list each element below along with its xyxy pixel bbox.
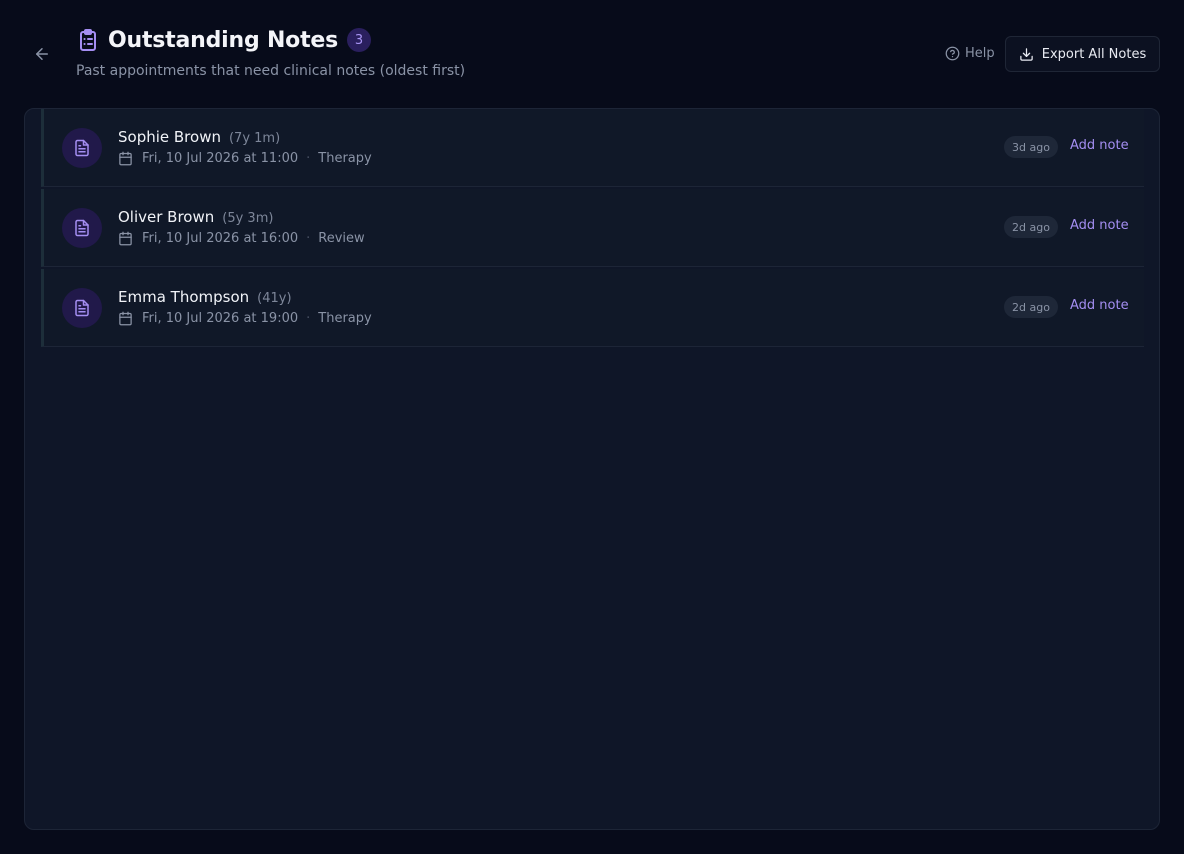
appointment-type: Therapy — [318, 151, 372, 166]
appointment-datetime: Fri, 10 Jul 2026 at 19:00 — [142, 311, 299, 326]
elapsed-badge: 2d ago — [1004, 216, 1058, 238]
appointment-type: Therapy — [318, 311, 372, 326]
calendar-icon — [118, 311, 133, 326]
appointment-meta: Fri, 10 Jul 2026 at 11:00 · Therapy — [118, 151, 372, 166]
count-badge: 3 — [347, 28, 372, 52]
back-button[interactable] — [29, 41, 55, 67]
page-header: Outstanding Notes 3 — [76, 26, 372, 54]
help-circle-icon — [945, 46, 960, 60]
appointments-panel: Sophie Brown (7y 1m) Fri, 10 Jul 2026 at… — [24, 108, 1160, 830]
calendar-icon — [118, 151, 133, 166]
appointment-type: Review — [318, 231, 365, 246]
export-all-notes-button[interactable]: Export All Notes — [1005, 36, 1160, 72]
appointment-datetime: Fri, 10 Jul 2026 at 11:00 — [142, 151, 299, 166]
add-note-button[interactable]: Add note — [1070, 218, 1129, 233]
patient-age: (41y) — [257, 291, 292, 306]
separator-dot: · — [306, 311, 311, 326]
clipboard-list-icon — [76, 28, 100, 52]
appointment-meta: Fri, 10 Jul 2026 at 16:00 · Review — [118, 231, 365, 246]
patient-name: Oliver Brown — [118, 208, 215, 226]
patient-name-row: Oliver Brown (5y 3m) — [118, 208, 273, 226]
export-label: Export All Notes — [1041, 46, 1147, 62]
file-text-icon — [62, 128, 102, 168]
list-item: Emma Thompson (41y) Fri, 10 Jul 2026 at … — [41, 269, 1144, 347]
calendar-icon — [118, 231, 133, 246]
elapsed-badge: 2d ago — [1004, 296, 1058, 318]
patient-age: (7y 1m) — [228, 131, 281, 146]
separator-dot: · — [306, 231, 311, 246]
patient-name-row: Sophie Brown (7y 1m) — [118, 128, 280, 146]
patient-name-row: Emma Thompson (41y) — [118, 288, 292, 306]
list-item: Sophie Brown (7y 1m) Fri, 10 Jul 2026 at… — [41, 109, 1144, 187]
help-label: Help — [965, 45, 995, 61]
file-text-icon — [62, 208, 102, 248]
list-item: Oliver Brown (5y 3m) Fri, 10 Jul 2026 at… — [41, 189, 1144, 267]
page-subtitle: Past appointments that need clinical not… — [76, 63, 466, 79]
arrow-left-icon — [36, 48, 48, 60]
elapsed-badge: 3d ago — [1004, 136, 1058, 158]
patient-age: (5y 3m) — [222, 211, 274, 226]
patient-name: Emma Thompson — [118, 288, 250, 306]
page-title: Outstanding Notes — [108, 27, 339, 53]
help-button[interactable]: Help — [945, 43, 995, 63]
add-note-button[interactable]: Add note — [1070, 138, 1129, 153]
appointment-meta: Fri, 10 Jul 2026 at 19:00 · Therapy — [118, 311, 372, 326]
patient-name: Sophie Brown — [118, 128, 221, 146]
download-icon — [1020, 47, 1033, 61]
add-note-button[interactable]: Add note — [1070, 298, 1129, 313]
outstanding-notes-page: Outstanding Notes 3 Past appointments th… — [0, 0, 1184, 854]
separator-dot: · — [306, 151, 311, 166]
appointment-datetime: Fri, 10 Jul 2026 at 16:00 — [142, 231, 299, 246]
file-text-icon — [62, 288, 102, 328]
